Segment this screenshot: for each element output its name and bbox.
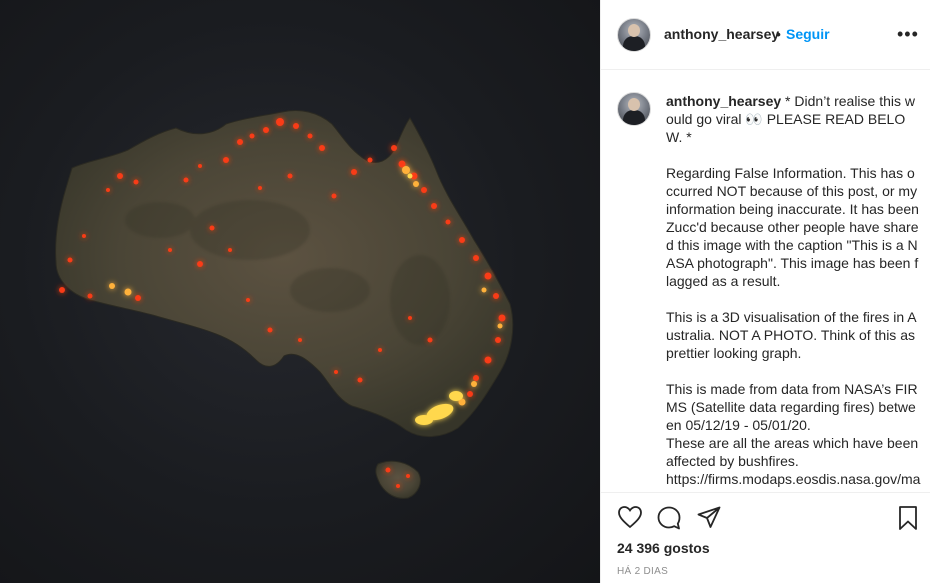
caption-text: * Didn’t realise this would go viral 👀 P… xyxy=(666,93,921,492)
instagram-post: anthony_hearsey • Seguir ••• anthony_hea… xyxy=(0,0,930,583)
comment-icon[interactable] xyxy=(656,505,682,536)
bookmark-icon[interactable] xyxy=(897,505,919,536)
more-dots-icon[interactable]: ••• xyxy=(897,24,919,45)
post-header: anthony_hearsey • Seguir ••• xyxy=(601,0,930,70)
post-side-panel: anthony_hearsey • Seguir ••• anthony_hea… xyxy=(600,0,930,583)
author-avatar[interactable] xyxy=(617,18,651,52)
paper-plane-icon[interactable] xyxy=(696,505,722,536)
comments-section[interactable]: anthony_hearsey * Didn’t realise this wo… xyxy=(601,70,930,492)
avatar-body xyxy=(623,36,645,51)
post-timestamp[interactable]: HÁ 2 DIAS xyxy=(617,566,668,577)
post-caption: anthony_hearsey * Didn’t realise this wo… xyxy=(666,92,921,492)
author-username[interactable]: anthony_hearsey xyxy=(664,26,779,42)
avatar-body xyxy=(623,110,645,125)
heart-icon[interactable] xyxy=(617,505,643,534)
australia-fire-map xyxy=(55,110,514,499)
avatar-face xyxy=(628,24,640,37)
post-image[interactable] xyxy=(0,0,600,583)
likes-count[interactable]: 24 396 gostos xyxy=(617,540,710,556)
caption-avatar[interactable] xyxy=(617,92,651,126)
action-bar: 24 396 gostos HÁ 2 DIAS xyxy=(601,492,930,583)
follow-button[interactable]: Seguir xyxy=(786,26,830,42)
separator-dot: • xyxy=(776,26,781,42)
caption-username[interactable]: anthony_hearsey xyxy=(666,93,781,109)
avatar-face xyxy=(628,98,640,111)
tasmania-shape xyxy=(375,460,421,499)
